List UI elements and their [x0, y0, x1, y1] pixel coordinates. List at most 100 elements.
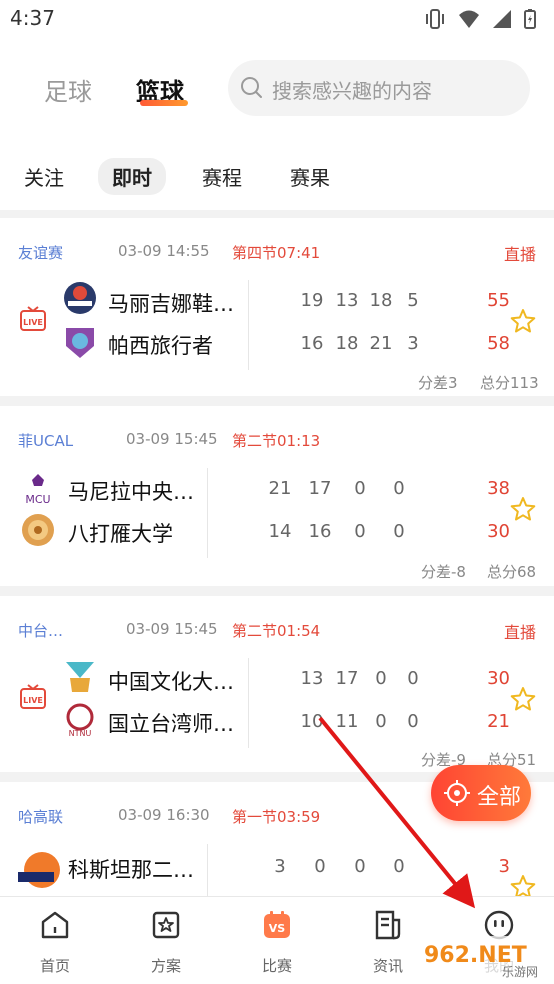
quarter-score: 3 [407, 333, 419, 354]
watermark-logo: 962.NET 乐游网 [418, 936, 548, 979]
away-team-name: 八打雁大学 [68, 522, 173, 546]
live-stream-link[interactable]: 直播 [504, 619, 536, 643]
home-total-score: 3 [498, 856, 510, 877]
top-header: 足球 篮球 搜索感兴趣的内容 [0, 40, 554, 140]
watermark-sub: 乐游网 [502, 965, 538, 979]
away-team-name: 国立台湾师… [108, 712, 234, 736]
home-total-score: 55 [487, 290, 510, 311]
quarter-score: 13 [335, 290, 359, 311]
match-period: 第一节03:59 [232, 808, 321, 826]
active-tab-indicator [140, 100, 188, 106]
quarter-score: 11 [335, 711, 359, 732]
favorite-star-icon[interactable] [510, 496, 536, 522]
tab-results[interactable]: 赛果 [290, 162, 330, 191]
team-logo [66, 662, 94, 692]
quarter-score: 5 [407, 290, 419, 311]
match-time: 03-09 15:45 [126, 430, 218, 448]
quarter-score: 18 [335, 333, 359, 354]
tab-football[interactable]: 足球 [44, 72, 92, 107]
filter-all-button[interactable]: 全部 [431, 765, 531, 821]
home-team-name: 马尼拉中央… [68, 480, 194, 504]
away-total-score: 58 [487, 333, 510, 354]
filter-all-label: 全部 [477, 785, 522, 810]
quarter-score: 0 [375, 711, 387, 732]
search-placeholder: 搜索感兴趣的内容 [272, 79, 432, 103]
team-logo [22, 514, 54, 546]
home-total-score: 38 [487, 478, 510, 499]
home-team-name: 中国文化大… [108, 670, 234, 694]
home-team-name: 马丽吉娜鞋… [108, 292, 234, 316]
nav-label: 方案 [150, 957, 181, 975]
match-period: 第四节07:41 [232, 244, 321, 262]
quarter-score: 0 [314, 856, 326, 877]
nav-label: 比赛 [261, 957, 292, 975]
app-screen: { "status": { "time": "4:37" }, "header"… [0, 0, 554, 984]
logo-text: NTNU [69, 729, 92, 738]
divider [248, 280, 249, 370]
live-tv-icon[interactable]: LIVE [20, 306, 46, 332]
league-name: 哈高联 [18, 808, 64, 826]
search-bar[interactable]: 搜索感兴趣的内容 [228, 60, 530, 116]
favorite-star-icon[interactable] [510, 686, 536, 712]
quarter-score: 10 [300, 711, 324, 732]
match-card[interactable]: 菲UCAL 03-09 15:45 第二节01:13 MCU 马尼拉中央… 八打… [0, 406, 554, 586]
league-name: 友谊赛 [18, 244, 64, 262]
quarter-score: 3 [274, 856, 286, 877]
plan-star-icon [152, 911, 180, 939]
away-total-score: 30 [487, 521, 510, 542]
nav-plan[interactable]: 方案 [111, 897, 221, 984]
sub-tabs: 关注 即时 赛程 赛果 [0, 140, 554, 210]
quarter-score: 19 [300, 290, 324, 311]
signal-icon [493, 10, 511, 28]
league-name: 中台… [18, 622, 64, 640]
match-period: 第二节01:54 [232, 622, 321, 640]
quarter-score: 0 [393, 521, 405, 542]
quarter-score: 21 [268, 478, 292, 499]
favorite-star-icon[interactable] [510, 874, 536, 896]
match-card[interactable]: 友谊赛 03-09 14:55 第四节07:41 直播 LIVE 马丽吉娜鞋… … [0, 218, 554, 396]
live-badge-text: LIVE [23, 318, 43, 327]
quarter-score: 16 [300, 333, 324, 354]
match-time: 03-09 14:55 [118, 242, 210, 260]
nav-home[interactable]: 首页 [0, 897, 110, 984]
match-card[interactable]: 中台… 03-09 15:45 第二节01:54 直播 LIVE NTNU 中国… [0, 596, 554, 772]
home-total-score: 30 [487, 668, 510, 689]
home-team-name: 科斯坦那二… [68, 858, 194, 882]
away-total-score: 21 [487, 711, 510, 732]
score-difference: 分差-8 [421, 563, 466, 581]
team-logo [64, 282, 96, 314]
nav-label: 首页 [39, 957, 70, 975]
quarter-score: 0 [407, 668, 419, 689]
match-time: 03-09 16:30 [118, 806, 210, 824]
nav-match[interactable]: VS 比赛 [222, 897, 332, 984]
score-sum: 总分68 [487, 563, 537, 581]
team-logo: MCU [25, 474, 51, 506]
divider [207, 468, 208, 558]
away-team-name: 帕西旅行者 [108, 334, 213, 358]
divider [207, 844, 208, 896]
quarter-score: 17 [335, 668, 359, 689]
tab-schedule[interactable]: 赛程 [202, 162, 242, 191]
live-tv-icon[interactable]: LIVE [20, 684, 46, 710]
home-icon [41, 911, 69, 939]
target-icon [444, 780, 470, 806]
live-stream-link[interactable]: 直播 [504, 241, 536, 265]
league-name: 菲UCAL [18, 432, 74, 450]
tab-live[interactable]: 即时 [98, 158, 166, 195]
vs-icon: VS [264, 911, 290, 938]
quarter-score: 13 [300, 668, 324, 689]
battery-icon [524, 9, 536, 29]
quarter-score: 0 [354, 478, 366, 499]
quarter-score: 17 [308, 478, 332, 499]
score-difference: 分差3 [418, 374, 458, 392]
team-logo [18, 852, 60, 888]
team-logo [66, 328, 94, 358]
favorite-star-icon[interactable] [510, 308, 536, 334]
team-logo: NTNU [66, 703, 94, 738]
vibrate-icon [426, 9, 444, 29]
tab-follow[interactable]: 关注 [24, 162, 64, 191]
quarter-score: 0 [354, 521, 366, 542]
quarter-score: 0 [354, 856, 366, 877]
search-icon [241, 77, 262, 98]
vs-icon-text: VS [269, 922, 286, 935]
